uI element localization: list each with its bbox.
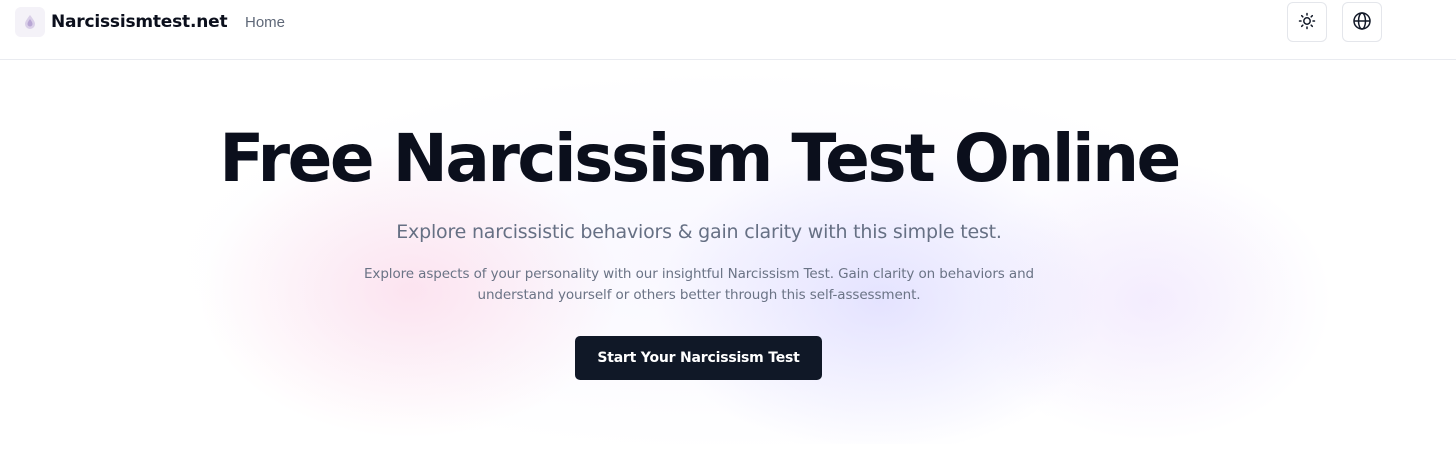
brand-name: Narcissismtest.net xyxy=(51,12,228,32)
hero-section: Free Narcissism Test Online Explore narc… xyxy=(0,61,1456,444)
start-test-button[interactable]: Start Your Narcissism Test xyxy=(575,336,822,380)
nav-link-home[interactable]: Home xyxy=(245,14,285,31)
site-header: Narcissismtest.net Home xyxy=(0,0,1456,60)
drop-logo-icon xyxy=(15,7,45,37)
brand-link[interactable]: Narcissismtest.net xyxy=(15,7,228,37)
hero-subtitle: Explore narcissistic behaviors & gain cl… xyxy=(396,221,1002,243)
globe-icon xyxy=(1352,11,1372,34)
sun-icon xyxy=(1298,12,1316,33)
language-button[interactable] xyxy=(1342,2,1382,42)
theme-toggle-button[interactable] xyxy=(1287,2,1327,42)
page-title: Free Narcissism Test Online xyxy=(219,120,1181,197)
hero-description: Explore aspects of your personality with… xyxy=(364,266,1034,303)
